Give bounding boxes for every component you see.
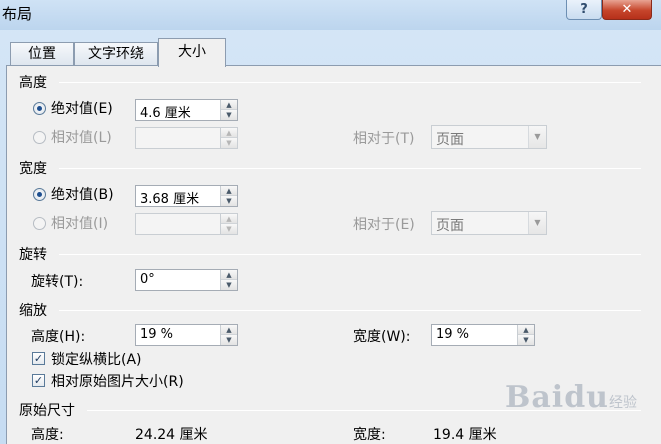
height-relative-label: 相对值(L)	[51, 130, 112, 146]
original-width-label: 宽度:	[353, 427, 386, 443]
spin-down-icon[interactable]: ▼	[221, 196, 237, 206]
scale-height-spinner[interactable]: 19 % ▲ ▼	[135, 324, 238, 346]
scale-width-value: 19 %	[436, 327, 470, 342]
checkmark-icon: ✓	[33, 352, 44, 365]
spin-buttons: ▲ ▼	[220, 128, 237, 148]
scale-height-value: 19 %	[140, 327, 174, 342]
width-relative-to-label: 相对于(E)	[353, 217, 415, 233]
spin-up-icon[interactable]: ▲	[221, 100, 237, 110]
original-width-value: 19.4 厘米	[433, 427, 497, 443]
height-relative-spinner[interactable]: ▲ ▼	[135, 127, 238, 149]
spin-buttons: ▲ ▼	[220, 186, 237, 206]
rotation-label: 旋转(T):	[31, 274, 84, 290]
spin-down-icon[interactable]: ▼	[221, 280, 237, 290]
original-height-label: 高度:	[31, 427, 64, 443]
width-section-title: 宽度	[19, 161, 47, 177]
baidu-watermark: Baidu经验	[505, 380, 637, 415]
spin-buttons: ▲ ▼	[220, 325, 237, 345]
spin-up-icon[interactable]: ▲	[221, 270, 237, 280]
width-relative-spinner[interactable]: ▲ ▼	[135, 213, 238, 235]
tab-size[interactable]: 大小	[158, 38, 226, 67]
spin-down-icon[interactable]: ▼	[221, 110, 237, 120]
width-absolute-spinner[interactable]: 3.68 厘米 ▲ ▼	[135, 185, 238, 207]
height-relative-radio[interactable]	[33, 131, 46, 144]
spin-down-icon[interactable]: ▼	[518, 335, 534, 345]
title-bar: 布局 ? ✕	[0, 0, 661, 30]
rotation-value: 0°	[140, 272, 155, 287]
watermark-text: Baidu	[505, 380, 609, 415]
lock-aspect-checkbox[interactable]: ✓	[32, 352, 45, 365]
width-relative-to-value: 页面	[436, 218, 464, 234]
relative-original-label: 相对原始图片大小(R)	[51, 374, 184, 390]
original-height-value: 24.24 厘米	[135, 427, 208, 443]
tab-text-wrapping[interactable]: 文字环绕	[74, 42, 158, 66]
checkmark-icon: ✓	[33, 374, 44, 387]
height-section-title: 高度	[19, 75, 47, 91]
height-absolute-label: 绝对值(E)	[51, 101, 113, 117]
spin-buttons: ▲ ▼	[220, 100, 237, 120]
spin-buttons: ▲ ▼	[517, 325, 534, 345]
spin-up-icon[interactable]: ▲	[518, 325, 534, 335]
chevron-down-icon[interactable]: ▼	[528, 126, 546, 148]
width-relative-radio[interactable]	[33, 217, 46, 230]
rotation-section-title: 旋转	[19, 247, 47, 263]
close-button[interactable]: ✕	[602, 0, 652, 20]
height-relative-to-select[interactable]: 页面 ▼	[431, 125, 547, 149]
spin-up-icon[interactable]: ▲	[221, 214, 237, 224]
height-relative-to-label: 相对于(T)	[353, 131, 415, 147]
lock-aspect-label: 锁定纵横比(A)	[51, 352, 142, 368]
scale-width-spinner[interactable]: 19 % ▲ ▼	[431, 324, 535, 346]
height-absolute-radio[interactable]	[33, 102, 46, 115]
height-absolute-value: 4.6 厘米	[140, 106, 191, 121]
scale-height-label: 高度(H):	[31, 329, 86, 345]
width-separator	[59, 168, 641, 169]
scale-section-title: 缩放	[19, 303, 47, 319]
original-size-section-title: 原始尺寸	[19, 403, 75, 419]
spin-buttons: ▲ ▼	[220, 270, 237, 290]
width-relative-label: 相对值(I)	[51, 216, 109, 232]
watermark-suffix: 经验	[608, 395, 637, 411]
scale-separator	[59, 310, 641, 311]
relative-original-checkbox[interactable]: ✓	[32, 374, 45, 387]
rotation-spinner[interactable]: 0° ▲ ▼	[135, 269, 238, 291]
width-relative-to-select[interactable]: 页面 ▼	[431, 211, 547, 235]
width-absolute-radio[interactable]	[33, 188, 46, 201]
spin-down-icon[interactable]: ▼	[221, 138, 237, 148]
scale-width-label: 宽度(W):	[353, 329, 411, 345]
spin-down-icon[interactable]: ▼	[221, 224, 237, 234]
tab-position[interactable]: 位置	[10, 42, 74, 66]
spin-down-icon[interactable]: ▼	[221, 335, 237, 345]
help-button[interactable]: ?	[566, 0, 602, 20]
tab-bar: 位置 文字环绕 大小	[0, 38, 661, 67]
window-title: 布局	[2, 5, 33, 23]
height-absolute-spinner[interactable]: 4.6 厘米 ▲ ▼	[135, 99, 238, 121]
spin-buttons: ▲ ▼	[220, 214, 237, 234]
chevron-down-icon[interactable]: ▼	[528, 212, 546, 234]
spin-up-icon[interactable]: ▲	[221, 186, 237, 196]
spin-up-icon[interactable]: ▲	[221, 128, 237, 138]
height-relative-to-value: 页面	[436, 132, 464, 148]
width-absolute-value: 3.68 厘米	[140, 192, 200, 207]
height-separator	[59, 82, 641, 83]
width-absolute-label: 绝对值(B)	[51, 187, 114, 203]
rotation-separator	[59, 254, 641, 255]
spin-up-icon[interactable]: ▲	[221, 325, 237, 335]
